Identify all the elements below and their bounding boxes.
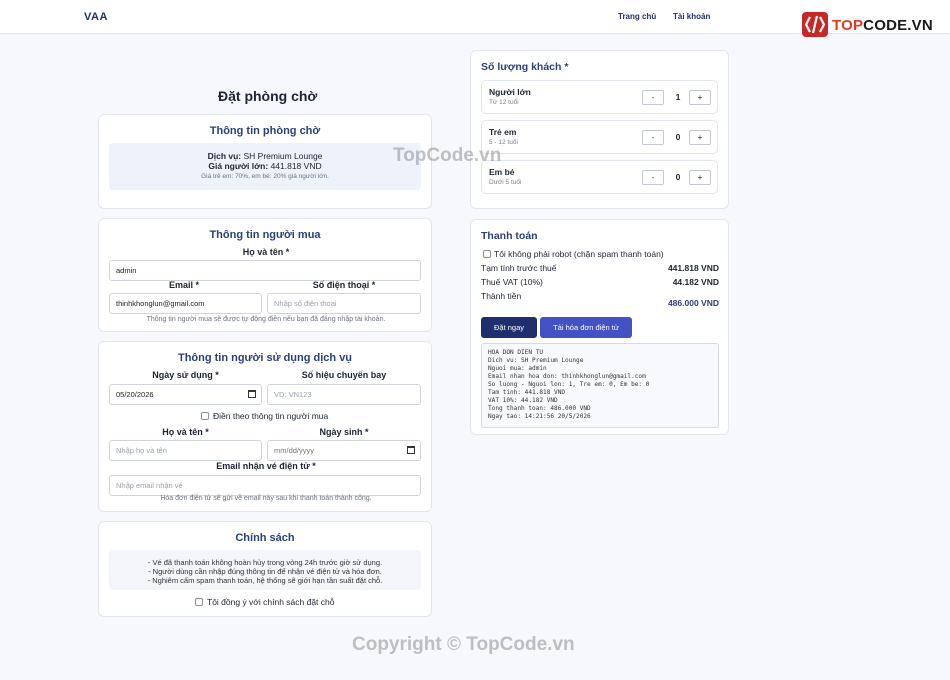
subtotal-row: Tạm tính trước thuế 441.818 VND — [481, 263, 719, 273]
service-user-title: Thông tin người sử dụng dịch vụ — [177, 352, 353, 364]
subtotal-value: 441.818 VND — [667, 263, 719, 273]
policy-line: - Nghiêm cấm spam thanh toán, hệ thống s… — [147, 576, 383, 585]
guest-row-adult: Người lớn Từ 12 tuổi - 1 + — [481, 80, 718, 114]
download-invoice-button[interactable]: Tải hóa đơn điện tử — [540, 317, 632, 338]
buyer-info-card: Thông tin người mua Họ và tên * Email * … — [98, 218, 432, 332]
watermark-text: TopCode.vn — [393, 145, 502, 166]
use-date-label: Ngày sử dụng * — [152, 370, 219, 380]
price-line: Giá người lớn: 441.818 VND — [208, 161, 322, 171]
invoice-line: Tong thanh toan: 486.000 VND — [488, 405, 591, 412]
buyer-hint: Thông tin người mua sẽ được tự động điền… — [146, 316, 386, 323]
not-robot-label[interactable]: Tôi không phải robot (chặn spam thanh to… — [494, 249, 664, 259]
guest-age-range: Từ 12 tuổi — [489, 99, 519, 106]
child-count: 0 — [675, 132, 681, 142]
buyer-phone-input[interactable] — [267, 293, 421, 314]
guest-age-range: Dưới 5 tuổi — [489, 179, 522, 186]
copyright-watermark: Copyright © TopCode.vn — [352, 634, 575, 655]
book-now-button[interactable]: Đặt ngay — [481, 317, 537, 338]
dob-placeholder: mm/dd/yyyy — [274, 446, 315, 455]
buyer-name-input[interactable] — [109, 260, 421, 281]
flight-input[interactable] — [267, 384, 421, 405]
guest-count-title: Số lượng khách * — [481, 61, 569, 73]
policy-box: - Vé đã thanh toán không hoàn hủy trong … — [109, 550, 421, 590]
brand-logo[interactable]: VAA — [84, 11, 108, 23]
vat-label: Thuế VAT (10%) — [481, 277, 543, 287]
invoice-line: Nguoi mua: admin — [488, 365, 547, 372]
agree-policy-checkbox[interactable] — [195, 598, 203, 606]
topcode-logo-text: TOPCODE.VN — [832, 17, 933, 34]
vat-value: 44.182 VND — [672, 277, 719, 287]
price-note: Giá trẻ em: 70%, em bé: 20% giá người lớ… — [201, 173, 329, 180]
buyer-email-label: Email * — [168, 280, 199, 290]
policy-line: - Vé đã thanh toán không hoàn hủy trong … — [147, 558, 383, 567]
use-date-input[interactable]: 05/20/2026 — [109, 384, 262, 405]
dob-input[interactable]: mm/dd/yyyy — [267, 440, 421, 461]
user-name-label: Họ và tên * — [162, 427, 209, 437]
guest-name: Người lớn — [489, 87, 531, 97]
lounge-info-box: Dịch vụ: SH Premium Lounge Giá người lớn… — [109, 143, 421, 190]
guest-name: Trẻ em — [489, 127, 517, 137]
invoice-line: VAT 10%: 44.182 VND — [488, 397, 558, 404]
lounge-info-title: Thông tin phòng chờ — [209, 125, 321, 137]
guest-name: Em bé — [489, 167, 515, 177]
calendar-icon[interactable] — [248, 390, 256, 398]
policy-line: - Người dùng cần nhập đúng thông tin để … — [148, 567, 382, 576]
infant-increment-button[interactable]: + — [689, 170, 711, 185]
buyer-info-title: Thông tin người mua — [209, 229, 321, 241]
invoice-preview: HOA DON DIEN TU Dich vu: SH Premium Loun… — [481, 343, 719, 428]
child-increment-button[interactable]: + — [689, 130, 711, 145]
agree-policy-label[interactable]: Tôi đồng ý với chính sách đặt chỗ — [207, 597, 334, 607]
lounge-info-card: Thông tin phòng chờ Dịch vụ: SH Premium … — [98, 114, 432, 209]
total-label: Thành tiền — [481, 291, 522, 301]
infant-count: 0 — [675, 172, 681, 182]
dob-label: Ngày sinh * — [319, 427, 369, 437]
not-robot-checkbox[interactable] — [483, 250, 491, 258]
use-date-value: 05/20/2026 — [116, 390, 154, 399]
invoice-line: Dich vu: SH Premium Lounge — [488, 357, 584, 364]
subtotal-label: Tạm tính trước thuế — [481, 263, 557, 273]
guest-row-child: Trẻ em 5 - 12 tuổi - 0 + — [481, 120, 718, 154]
ticket-email-input[interactable] — [109, 475, 421, 496]
topcode-logo-icon — [802, 12, 828, 37]
policy-title: Chính sách — [235, 532, 295, 544]
calendar-icon[interactable] — [407, 446, 415, 454]
vat-row: Thuế VAT (10%) 44.182 VND — [481, 277, 719, 287]
guest-row-infant: Em bé Dưới 5 tuổi - 0 + — [481, 160, 718, 194]
page-title: Đặt phòng chờ — [218, 88, 318, 104]
buyer-name-label: Họ và tên * — [242, 247, 290, 257]
service-line: Dịch vụ: SH Premium Lounge — [207, 151, 323, 161]
invoice-line: Ngay tao: 14:21:56 20/5/2026 — [488, 413, 591, 420]
invoice-line: So luong - Nguoi lon: 1, Tre em: 0, Em b… — [488, 381, 650, 388]
invoice-line: Email nhan hoa don: thinhkhonglun@gmail.… — [488, 373, 646, 380]
adult-decrement-button[interactable]: - — [642, 90, 664, 105]
nav-account[interactable]: Tài khoản — [673, 12, 710, 21]
adult-increment-button[interactable]: + — [689, 90, 711, 105]
guest-count-card: Số lượng khách * Người lớn Từ 12 tuổi - … — [470, 50, 729, 209]
ticket-email-hint: Hóa đơn điện tử sẽ gửi về email này sau … — [160, 495, 372, 502]
flight-label: Số hiệu chuyến bay — [301, 370, 387, 380]
service-user-card: Thông tin người sử dụng dịch vụ Ngày sử … — [98, 341, 432, 512]
same-as-buyer-label[interactable]: Điền theo thông tin người mua — [213, 411, 328, 421]
ticket-email-label: Email nhận vé điện tử * — [216, 461, 316, 471]
policy-card: Chính sách - Vé đã thanh toán không hoàn… — [98, 521, 432, 617]
total-value: 486.000 VND — [667, 298, 719, 308]
child-decrement-button[interactable]: - — [642, 130, 664, 145]
payment-card: Thanh toán Tôi không phải robot (chặn sp… — [470, 219, 729, 435]
invoice-line: Tam tinh: 441.818 VND — [488, 389, 566, 396]
buyer-email-input[interactable] — [109, 293, 262, 314]
topcode-logo: TOPCODE.VN — [802, 11, 933, 38]
payment-title: Thanh toán — [481, 230, 538, 242]
same-as-buyer-checkbox[interactable] — [201, 412, 209, 420]
user-name-input[interactable] — [109, 440, 262, 461]
buyer-phone-label: Số điện thoại * — [312, 280, 376, 290]
invoice-line: HOA DON DIEN TU — [488, 349, 544, 356]
nav-home[interactable]: Trang chủ — [618, 12, 656, 21]
infant-decrement-button[interactable]: - — [642, 170, 664, 185]
adult-count: 1 — [675, 92, 681, 102]
